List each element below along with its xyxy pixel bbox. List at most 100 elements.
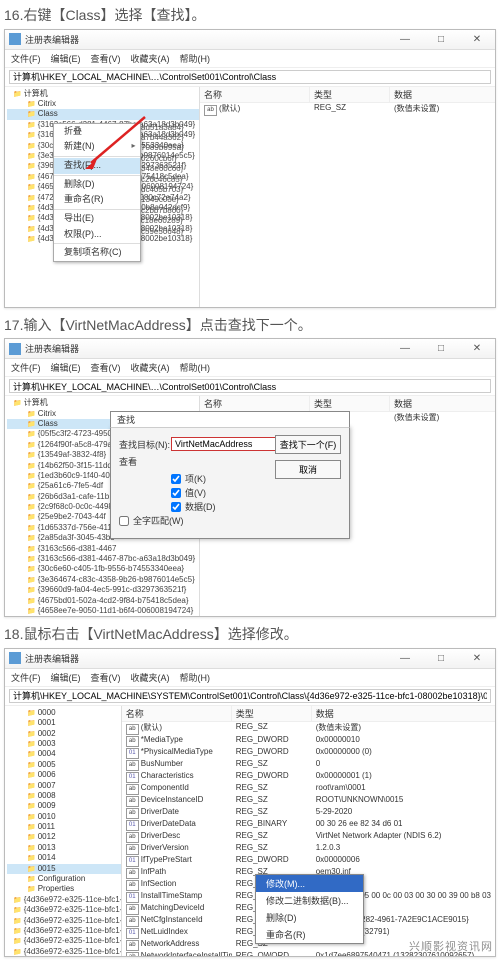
menu-fav[interactable]: 收藏夹(A) (131, 361, 170, 374)
context-menu[interactable]: 修改(M)...修改二进制数据(B)...删除(D)重命名(R) (255, 874, 364, 944)
tree-item[interactable]: 0001 (7, 718, 121, 728)
context-menu-item[interactable]: 权限(P)... (54, 227, 140, 243)
col-type[interactable]: 类型 (310, 396, 390, 411)
context-menu-item[interactable]: 修改二进制数据(B)... (256, 892, 363, 909)
tree-item[interactable]: 0011 (7, 822, 121, 832)
value-name[interactable]: Characteristics (122, 771, 232, 783)
menu-edit[interactable]: 编辑(E) (51, 361, 81, 374)
value-row[interactable]: CharacteristicsREG_DWORD0x00000001 (1) (122, 771, 495, 783)
menu-view[interactable]: 查看(V) (91, 671, 121, 684)
value-row[interactable]: DeviceInstanceIDREG_SZROOT\UNKNOWN\0015 (122, 795, 495, 807)
tree-item[interactable]: 计算机 (7, 398, 199, 408)
value-row[interactable]: BusNumberREG_SZ0 (122, 759, 495, 771)
context-menu-item[interactable]: 重命名(R) (54, 192, 140, 208)
address-bar[interactable] (9, 689, 491, 703)
tree-item[interactable]: Properties (7, 884, 121, 894)
value-row[interactable]: *MediaTypeREG_DWORD0x00000010 (122, 735, 495, 747)
menu-view[interactable]: 查看(V) (91, 52, 121, 65)
tree-item[interactable]: 0010 (7, 812, 121, 822)
col-data[interactable]: 数据 (390, 396, 495, 411)
tree-item[interactable]: 0012 (7, 832, 121, 842)
value-name[interactable]: InstallTimeStamp (122, 891, 232, 903)
tree-item[interactable]: {39660d9-fa04-4ec5-991c-d3297363521f} (7, 585, 199, 595)
tree-item[interactable]: {4675bd01-502a-4cd2-9f84-b75418c5dea} (7, 596, 199, 606)
value-row[interactable]: IfTypePreStartREG_DWORD0x00000006 (122, 855, 495, 867)
value-name[interactable]: InfSection (122, 879, 232, 891)
find-next-button[interactable]: 查找下一个(F) (275, 435, 341, 454)
tree-item[interactable]: {4d36e972-e325-11ce-bfc1-08002be10318} (7, 947, 121, 956)
value-row[interactable]: DriverDescREG_SZVirtNet Network Adapter … (122, 831, 495, 843)
menu-file[interactable]: 文件(F) (11, 671, 41, 684)
close-button[interactable]: ✕ (463, 651, 491, 665)
value-row[interactable]: DriverDateDataREG_BINARY00 30 26 ee 82 3… (122, 819, 495, 831)
value-name[interactable]: BusNumber (122, 759, 232, 771)
context-menu-item[interactable]: 删除(D) (256, 909, 363, 926)
value-name[interactable]: *PhysicalMediaType (122, 747, 232, 759)
tree-item[interactable]: 0015 (7, 864, 121, 874)
context-menu-item[interactable]: 新建(N) (54, 139, 140, 155)
tree-item[interactable]: 0000 (7, 708, 121, 718)
menubar[interactable]: 文件(F) 编辑(E) 查看(V) 收藏夹(A) 帮助(H) (5, 669, 495, 687)
tree-item[interactable]: 0005 (7, 760, 121, 770)
menu-file[interactable]: 文件(F) (11, 52, 41, 65)
tree-item[interactable]: {4658ee7e-9050-11d1-b6f4-006008194724} (7, 606, 199, 616)
tree-item[interactable]: 0013 (7, 843, 121, 853)
col-name[interactable]: 名称 (200, 87, 310, 102)
tree-item[interactable]: {30c6e60-c405-1fb-9556-b74553340eea} (7, 564, 199, 574)
max-button[interactable]: □ (427, 651, 455, 665)
tree-item[interactable]: {3163c566-d381-4467 (7, 544, 199, 554)
max-button[interactable]: □ (427, 32, 455, 46)
value-name[interactable]: (默认) (122, 722, 232, 735)
close-button[interactable]: ✕ (463, 32, 491, 46)
tree-item[interactable]: Citrix (7, 99, 199, 109)
tree-item[interactable]: 0004 (7, 749, 121, 759)
value-name[interactable]: MatchingDeviceId (122, 903, 232, 915)
tree-item[interactable]: {3163c566-d381-4467-87bc-a63a18d3b049} (7, 554, 199, 564)
max-button[interactable]: □ (427, 342, 455, 356)
value-name[interactable]: DeviceInstanceID (122, 795, 232, 807)
tree-item[interactable]: 0008 (7, 791, 121, 801)
context-menu-item[interactable]: 导出(E) (54, 211, 140, 227)
col-name[interactable]: 名称 (200, 396, 310, 411)
tree-item[interactable]: 计算机 (7, 89, 199, 99)
value-name[interactable]: DriverDesc (122, 831, 232, 843)
menu-help[interactable]: 帮助(H) (180, 671, 211, 684)
context-menu-item[interactable]: 折叠 (54, 124, 140, 140)
default-name[interactable]: (默认) (200, 103, 310, 116)
menubar[interactable]: 文件(F) 编辑(E) 查看(V) 收藏夹(A) 帮助(H) (5, 359, 495, 377)
value-name[interactable]: IfTypePreStart (122, 855, 232, 867)
menu-edit[interactable]: 编辑(E) (51, 671, 81, 684)
tree-item[interactable]: 0014 (7, 853, 121, 863)
col-type[interactable]: 类型 (310, 87, 390, 102)
min-button[interactable]: — (391, 651, 419, 665)
col-data[interactable]: 数据 (312, 706, 495, 721)
tree-item[interactable]: {4d36e972-e325-11ce-bfc1-08002be10318} (7, 916, 121, 926)
value-row[interactable]: DriverVersionREG_SZ1.2.0.3 (122, 843, 495, 855)
context-menu-item[interactable]: 复制项名称(C) (54, 245, 140, 261)
col-name[interactable]: 名称 (122, 706, 232, 721)
menu-edit[interactable]: 编辑(E) (51, 52, 81, 65)
value-name[interactable]: DriverDateData (122, 819, 232, 831)
value-name[interactable]: NetLuidIndex (122, 927, 232, 939)
find-cancel-button[interactable]: 取消 (275, 460, 341, 479)
tree-item[interactable]: {3e364674-c83c-4358-9b26-b9876014e5c5} (7, 575, 199, 585)
tree-pane[interactable]: 计算机CitrixClass{3163c566-d381-4467-87bc-a… (5, 87, 200, 307)
tree-item[interactable]: 0002 (7, 729, 121, 739)
min-button[interactable]: — (391, 32, 419, 46)
min-button[interactable]: — (391, 342, 419, 356)
context-menu-item[interactable]: 重命名(R) (256, 926, 363, 943)
tree-item[interactable]: {4d36e972-e325-11ce-bfc1-08002be10318} (7, 905, 121, 915)
value-name[interactable]: NetworkInterfaceInstallTimestamp (122, 951, 232, 956)
value-name[interactable]: InfPath (122, 867, 232, 879)
menubar[interactable]: 文件(F) 编辑(E) 查看(V) 收藏夹(A) 帮助(H) (5, 50, 495, 68)
value-name[interactable]: DriverDate (122, 807, 232, 819)
tree-pane[interactable]: 0000000100020003000400050006000700080009… (5, 706, 122, 956)
tree-item[interactable]: {4d36e972-e325-11ce-bfc1-08002be10318} (7, 895, 121, 905)
context-menu-item[interactable]: 查找(F)... (54, 158, 140, 174)
tree-item[interactable]: 0007 (7, 781, 121, 791)
value-name[interactable]: NetCfgInstanceId (122, 915, 232, 927)
value-row[interactable]: ComponentIdREG_SZroot\ram\0001 (122, 783, 495, 795)
value-name[interactable]: NetworkAddress (122, 939, 232, 951)
cb-val[interactable] (171, 488, 181, 498)
tree-item[interactable]: 0003 (7, 739, 121, 749)
